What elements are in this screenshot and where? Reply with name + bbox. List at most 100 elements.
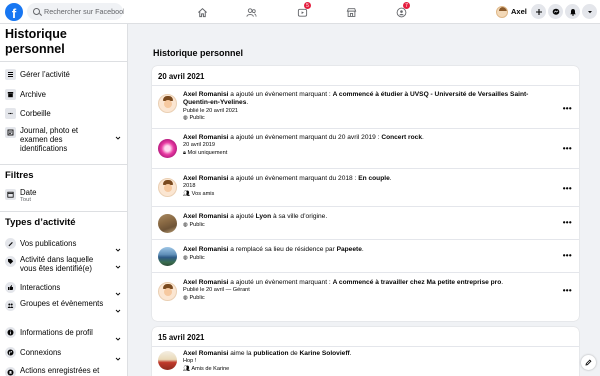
search-icon xyxy=(33,8,40,15)
sidebar-item-journal-review[interactable]: Journal, photo et examen des identificat… xyxy=(0,126,127,158)
marketplace-icon xyxy=(346,7,356,17)
search-box[interactable] xyxy=(27,3,124,20)
more-options-button[interactable]: ••• xyxy=(563,218,572,227)
activity-group-date: 15 avril 2021 xyxy=(158,333,205,342)
karine-post-thumb xyxy=(158,351,177,370)
create-button[interactable] xyxy=(531,4,546,19)
sidebar-item-saved-actions[interactable]: Actions enregistrées et autres activités xyxy=(0,366,127,376)
archive-icon xyxy=(5,88,16,100)
account-menu-button[interactable] xyxy=(582,4,597,19)
facebook-logo-icon[interactable]: f xyxy=(5,3,23,21)
nav-friends-button[interactable] xyxy=(242,3,260,21)
sidebar-item-groups-events[interactable]: Groupes et évènements xyxy=(0,299,127,319)
entry-object[interactable]: Lyon xyxy=(256,213,272,220)
entry-privacy: ◍ Public xyxy=(183,115,553,122)
sidebar-item-label: Journal, photo et examen des identificat… xyxy=(20,126,79,153)
chevron-down-icon xyxy=(115,301,121,313)
nav-groups-button[interactable]: 7 xyxy=(392,2,410,21)
more-options-button[interactable]: ••• xyxy=(563,144,572,153)
entry-object[interactable]: Karine Solovieff xyxy=(300,350,350,357)
tag-icon xyxy=(5,256,16,267)
messenger-icon xyxy=(552,8,559,15)
chevron-down-icon xyxy=(115,368,121,374)
sidebar-item-manage-activity[interactable]: Gérer l’activité xyxy=(0,67,127,82)
entry-actor[interactable]: Axel Romanisi xyxy=(183,350,228,357)
axel-avatar-thumb xyxy=(158,282,177,301)
sidebar-item-profile-info[interactable]: Informations de profil xyxy=(0,326,127,341)
chevron-down-icon xyxy=(115,257,121,269)
entry-actor[interactable]: Axel Romanisi xyxy=(183,134,228,141)
more-options-button[interactable]: ••• xyxy=(563,104,572,113)
entry-object[interactable]: Papeete xyxy=(337,246,362,253)
entry-object[interactable]: En couple xyxy=(358,175,390,182)
privacy-label: Vos amis xyxy=(191,190,215,197)
nav-watch-button[interactable]: 5 xyxy=(293,2,311,21)
activity-entry[interactable]: Axel Romanisi a ajouté Lyon à sa ville d… xyxy=(152,206,579,239)
profile-button[interactable]: Axel xyxy=(496,4,527,19)
entry-actor[interactable]: Axel Romanisi xyxy=(183,246,228,253)
sidebar-item-label: Connexions xyxy=(20,347,62,357)
entry-suffix: . xyxy=(349,350,352,357)
sidebar-item-your-posts[interactable]: Vos publications xyxy=(0,237,127,252)
activity-entry[interactable]: Axel Romanisi aime la publication de Kar… xyxy=(152,346,579,376)
account-menu-caret-icon xyxy=(587,10,592,13)
entry-suffix: . xyxy=(361,246,364,253)
sidebar-item-connections[interactable]: Connexions xyxy=(0,346,127,361)
activity-entry[interactable]: Axel Romanisi a ajouté un évènement marq… xyxy=(152,272,579,321)
entry-object[interactable]: A commencé à travailler chez Ma petite e… xyxy=(333,279,502,286)
entry-detail: Publié le 20 avril — Gérant xyxy=(183,287,250,294)
sidebar-item-label: Vos publications xyxy=(20,238,77,248)
messenger-button[interactable] xyxy=(548,4,563,19)
compose-message-button[interactable] xyxy=(581,355,596,370)
entry-actor[interactable]: Axel Romanisi xyxy=(183,175,228,182)
sidebar-item-trash[interactable]: Corbeille xyxy=(0,105,127,121)
sidebar-item-archive[interactable]: Archive xyxy=(0,86,127,102)
date-filter[interactable]: Date Tout xyxy=(0,188,127,206)
entry-action: aime la xyxy=(228,350,254,357)
entry-detail: Hop ! xyxy=(183,358,197,365)
groups-badge: 7 xyxy=(403,2,410,9)
entry-action: a ajouté un évènement marquant du 2018 : xyxy=(228,175,359,182)
sidebar-item-label: Informations de profil xyxy=(20,327,93,337)
entry-privacy: ◍ Public xyxy=(183,255,553,262)
create-plus-icon xyxy=(535,8,542,15)
activity-entry[interactable]: Axel Romanisi a ajouté un évènement marq… xyxy=(152,168,579,206)
entry-privacy: 🔒︎ Moi uniquement xyxy=(183,150,553,157)
watch-badge: 5 xyxy=(304,2,311,9)
nav-marketplace-button[interactable] xyxy=(342,3,360,21)
activity-entry[interactable]: Axel Romanisi a ajouté un évènement marq… xyxy=(152,85,579,128)
activity-entry[interactable]: Axel Romanisi a ajouté un évènement marq… xyxy=(152,128,579,168)
sidebar-item-tagged-activity[interactable]: Activité dans laquelle vous êtes identif… xyxy=(0,255,127,275)
entry-object[interactable]: publication xyxy=(253,350,288,357)
entry-action: a ajouté un évènement marquant : xyxy=(228,279,333,286)
more-options-button[interactable]: ••• xyxy=(563,251,572,260)
entry-privacy: ◍ Public xyxy=(183,295,553,302)
entry-action: a ajouté un évènement marquant du 20 avr… xyxy=(228,134,382,141)
entry-detail: 2018 xyxy=(183,183,196,190)
entry-actor[interactable]: Axel Romanisi xyxy=(183,213,228,220)
activity-group-card: 15 avril 2021 Axel Romanisi aime la publ… xyxy=(152,327,579,376)
sidebar-item-label: Groupes et évènements xyxy=(20,299,104,308)
nav-home-button[interactable] xyxy=(193,3,211,21)
entry-object[interactable]: Concert rock xyxy=(381,134,422,141)
more-options-button[interactable]: ••• xyxy=(563,286,572,295)
sidebar-item-label: Archive xyxy=(20,89,46,99)
entry-actor[interactable]: Axel Romanisi xyxy=(183,279,228,286)
profile-name: Axel xyxy=(511,7,527,16)
entry-privacy: 👥︎ Amis de Karine xyxy=(183,366,553,373)
more-options-button[interactable]: ••• xyxy=(563,184,572,193)
sidebar-title: Historique personnel xyxy=(5,27,67,56)
sidebar-item-label: Interactions xyxy=(20,282,61,292)
sidebar-item-interactions[interactable]: Interactions xyxy=(0,281,127,296)
date-filter-label: Date xyxy=(20,188,37,197)
sidebar-item-label: Actions enregistrées et autres activités xyxy=(20,366,100,376)
entry-actor[interactable]: Axel Romanisi xyxy=(183,91,228,98)
axel-avatar-thumb xyxy=(158,94,177,113)
chevron-down-icon xyxy=(115,128,121,140)
entry-suffix: . xyxy=(246,99,249,107)
activity-entry[interactable]: Axel Romanisi a remplacé sa lieu de rési… xyxy=(152,239,579,272)
notifications-bell-icon xyxy=(569,8,576,16)
search-input[interactable] xyxy=(44,7,124,16)
notifications-button[interactable] xyxy=(565,4,580,19)
entry-suffix: . xyxy=(422,134,424,141)
